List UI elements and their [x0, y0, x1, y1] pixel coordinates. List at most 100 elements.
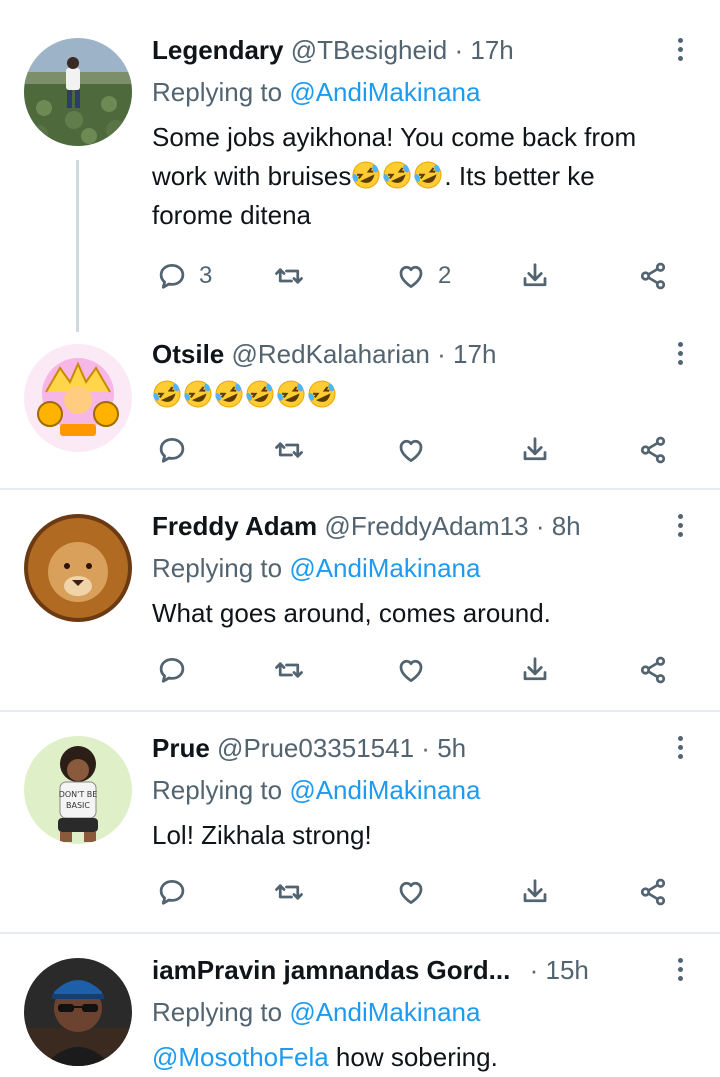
like-button[interactable]	[396, 650, 426, 690]
share-button[interactable]	[638, 430, 668, 470]
user-handle[interactable]: @FreddyAdam13	[324, 511, 528, 541]
download-icon	[523, 263, 547, 287]
display-name[interactable]: Otsile	[152, 339, 224, 369]
timestamp[interactable]: 17h	[453, 339, 496, 369]
tweet-freddy-adam[interactable]: Freddy Adam @FreddyAdam13 · 8h Replying …	[0, 490, 720, 708]
share-button[interactable]	[638, 872, 668, 912]
timestamp[interactable]: 5h	[437, 733, 466, 763]
separator-dot: ·	[421, 733, 430, 763]
download-button[interactable]	[520, 872, 550, 912]
body-mention[interactable]: @MosothoFela	[152, 1042, 329, 1072]
avatar-prue[interactable]: DON'T BE BASIC	[24, 736, 132, 844]
tweet-header: iamPravin jamnandas Gord... · 15h	[152, 952, 680, 988]
replying-to-mention[interactable]: @AndiMakinana	[289, 77, 480, 107]
rolling-on-floor-laughing-emoji-icon	[245, 379, 275, 409]
replying-to-label: Replying to	[152, 775, 290, 805]
tweet-iampravin[interactable]: iamPravin jamnandas Gord... · 15h Replyi…	[0, 934, 720, 1072]
retweet-button[interactable]	[274, 872, 304, 912]
download-button[interactable]	[520, 256, 550, 296]
user-handle[interactable]: @Prue03351541	[217, 733, 414, 763]
replying-to-line: Replying to @AndiMakinana	[152, 550, 480, 586]
replying-to-line: Replying to @AndiMakinana	[152, 994, 480, 1030]
display-name[interactable]: iamPravin jamnandas Gord...	[152, 955, 510, 985]
tweet-otsile[interactable]: Otsile @RedKalaharian · 17h	[0, 330, 720, 488]
display-name[interactable]: Legendary	[152, 35, 284, 65]
replying-to-label: Replying to	[152, 553, 290, 583]
reply-icon	[159, 264, 185, 289]
tweet-legendary[interactable]: Legendary @TBesigheid · 17h Replying to …	[0, 0, 720, 332]
avatar-otsile[interactable]	[24, 344, 132, 452]
reply-icon	[159, 438, 185, 463]
retweet-button[interactable]	[274, 256, 304, 296]
retweet-button[interactable]	[274, 430, 304, 470]
display-name[interactable]: Freddy Adam	[152, 511, 317, 541]
tweet-text-emojis	[152, 376, 682, 415]
retweet-icon	[275, 268, 303, 284]
reply-button[interactable]	[157, 430, 187, 470]
tweet-header: Freddy Adam @FreddyAdam13 · 8h	[152, 508, 680, 544]
separator-dot: ·	[437, 339, 446, 369]
thread-connector-line	[76, 160, 79, 332]
replying-to-label: Replying to	[152, 997, 290, 1027]
svg-text:DON'T BE: DON'T BE	[59, 790, 98, 799]
share-button[interactable]	[638, 256, 668, 296]
rolling-on-floor-laughing-emoji-icon	[307, 379, 337, 409]
more-options-icon[interactable]	[674, 32, 686, 68]
like-button[interactable]	[396, 430, 426, 470]
like-button[interactable]	[396, 872, 426, 912]
tweet-header: Otsile @RedKalaharian · 17h	[152, 336, 680, 372]
share-icon	[640, 656, 666, 684]
replying-to-mention[interactable]: @AndiMakinana	[289, 997, 480, 1027]
tweet-text: Lol! Zikhala strong!	[152, 820, 372, 850]
reply-button[interactable]: 3	[157, 256, 212, 296]
share-icon	[640, 878, 666, 906]
more-options-icon[interactable]	[674, 336, 686, 372]
rolling-on-floor-laughing-emoji-icon	[276, 379, 306, 409]
share-button[interactable]	[638, 650, 668, 690]
retweet-icon	[275, 662, 303, 678]
retweet-icon	[275, 884, 303, 900]
replying-to-line: Replying to @AndiMakinana	[152, 772, 480, 808]
rolling-on-floor-laughing-emoji-icon	[214, 379, 244, 409]
heart-icon	[399, 659, 423, 682]
tweet-text: @MosothoFela how sobering.	[152, 1038, 682, 1077]
tweet-header: Prue @Prue03351541 · 5h	[152, 730, 680, 766]
display-name[interactable]: Prue	[152, 733, 210, 763]
action-bar	[152, 872, 682, 912]
download-button[interactable]	[520, 430, 550, 470]
tweet-prue[interactable]: DON'T BE BASIC Prue @Prue03351541 · 5h R…	[0, 712, 720, 932]
tweet-text: Some jobs ayikhona! You come back from w…	[152, 118, 682, 235]
retweet-button[interactable]	[274, 650, 304, 690]
tweet-header: Legendary @TBesigheid · 17h	[152, 32, 680, 68]
avatar-freddy-adam[interactable]	[24, 514, 132, 622]
timestamp[interactable]: 8h	[552, 511, 581, 541]
more-options-icon[interactable]	[674, 508, 686, 544]
share-icon	[640, 436, 666, 464]
avatar-iampravin[interactable]	[24, 958, 132, 1066]
replying-to-mention[interactable]: @AndiMakinana	[289, 775, 480, 805]
separator-dot: ·	[535, 511, 545, 541]
retweet-icon	[275, 442, 303, 458]
tweet-text: What goes around, comes around.	[152, 598, 551, 628]
rolling-on-floor-laughing-emoji-icon	[413, 160, 443, 190]
download-button[interactable]	[520, 650, 550, 690]
rolling-on-floor-laughing-emoji-icon	[382, 160, 412, 190]
reply-button[interactable]	[157, 872, 187, 912]
replying-to-label: Replying to	[152, 77, 290, 107]
more-options-icon[interactable]	[674, 730, 686, 766]
like-button[interactable]: 2	[396, 256, 451, 296]
download-icon	[523, 437, 547, 461]
timestamp[interactable]: 15h	[545, 955, 588, 985]
heart-icon	[399, 881, 423, 904]
reply-button[interactable]	[157, 650, 187, 690]
avatar-legendary[interactable]	[24, 38, 132, 146]
timestamp[interactable]: 17h	[470, 35, 513, 65]
action-bar	[152, 650, 682, 690]
like-count: 2	[438, 262, 452, 289]
more-options-icon[interactable]	[674, 952, 686, 988]
reply-count: 3	[199, 262, 213, 289]
user-handle[interactable]: @TBesigheid	[291, 35, 447, 65]
replying-to-mention[interactable]: @AndiMakinana	[289, 553, 480, 583]
separator-dot: ·	[454, 35, 464, 65]
user-handle[interactable]: @RedKalaharian	[231, 339, 429, 369]
